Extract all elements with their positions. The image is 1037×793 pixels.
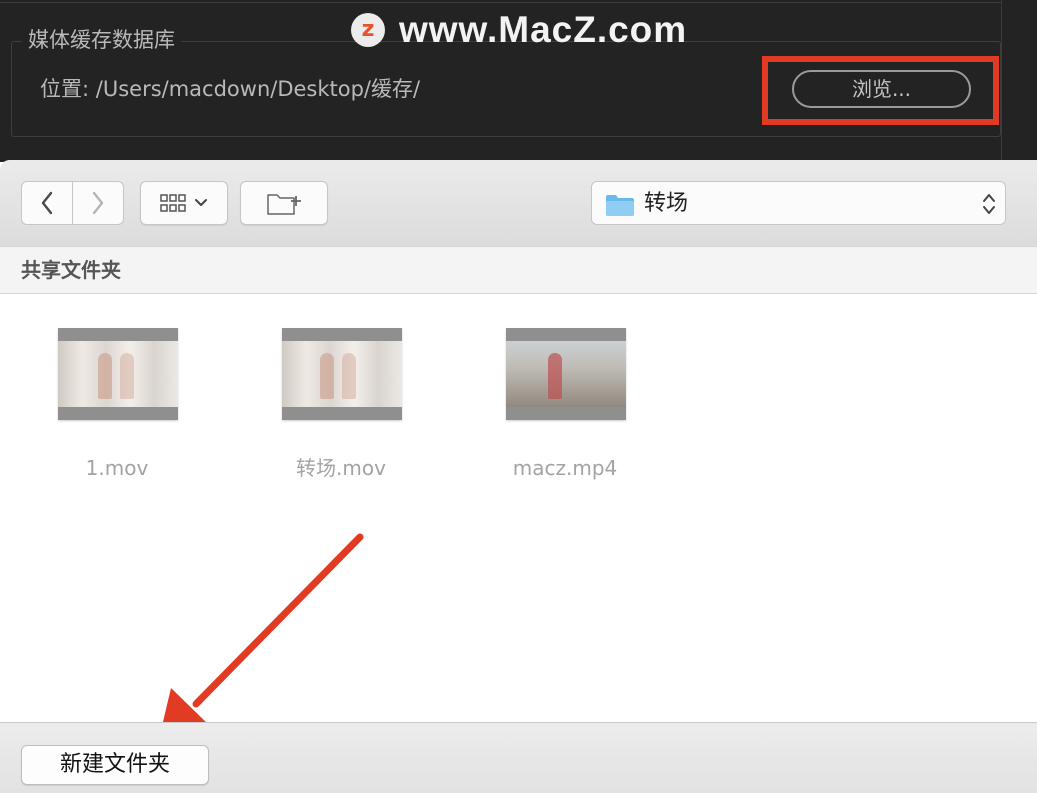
panel-top-divider	[0, 0, 1001, 3]
dialog-footer: 新建文件夹	[0, 722, 1037, 793]
media-cache-group-title: 媒体缓存数据库	[22, 26, 181, 54]
new-folder-button[interactable]: 新建文件夹	[21, 745, 209, 785]
panel-side-divider	[1001, 0, 1002, 162]
browse-highlight-box	[762, 56, 999, 125]
watermark: z www.MacZ.com	[351, 8, 687, 52]
location-row: 位置: /Users/macdown/Desktop/缓存/	[40, 74, 420, 104]
location-path: /Users/macdown/Desktop/缓存/	[95, 77, 421, 101]
location-label: 位置:	[40, 77, 90, 101]
file-dialog: 转场 共享文件夹 1.mov 转场.mov macz.mp4 新建文件夹	[0, 160, 1037, 793]
watermark-text: www.MacZ.com	[399, 9, 688, 50]
annotation-arrow	[158, 533, 364, 743]
watermark-logo: z	[351, 13, 385, 47]
media-cache-panel: 媒体缓存数据库 位置: /Users/macdown/Desktop/缓存/ 浏…	[0, 0, 1037, 162]
